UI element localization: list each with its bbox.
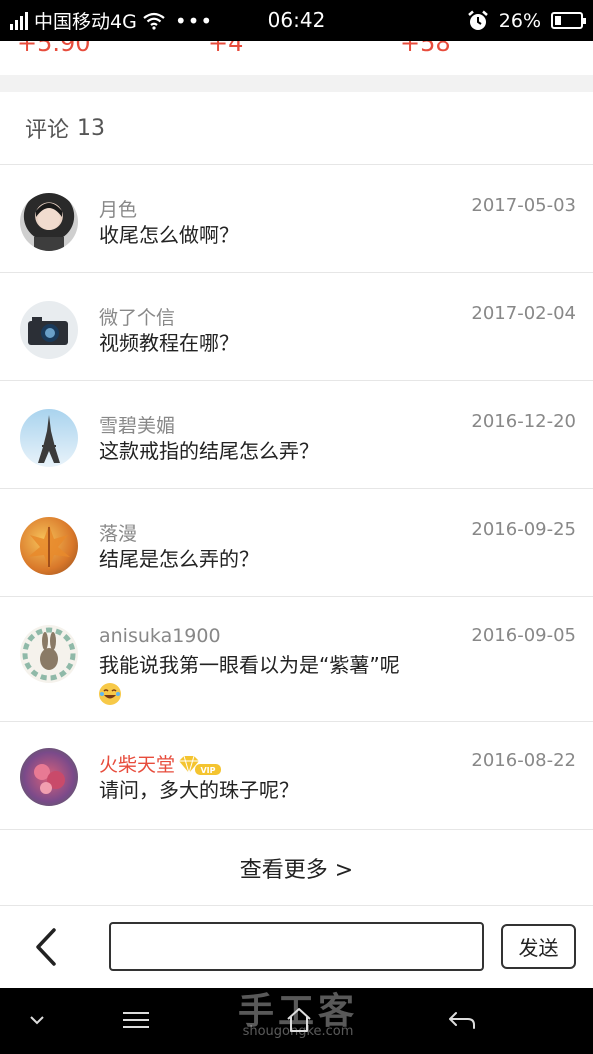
comment-text: 请问，多大的珠子呢？: [99, 778, 299, 802]
avatar[interactable]: [20, 409, 78, 467]
comment-username[interactable]: 月色: [99, 195, 137, 222]
battery-icon: [551, 12, 586, 29]
stats-row: +5.90 +4 +58: [0, 41, 593, 75]
avatar[interactable]: [20, 193, 78, 251]
comment-item[interactable]: 火柴天堂 VIP 2016-08-22 请问，多大的珠子呢？: [0, 722, 593, 830]
view-more-button[interactable]: 查看更多 >: [0, 830, 593, 906]
comment-date: 2016-09-05: [471, 625, 576, 646]
comment-username[interactable]: 火柴天堂: [99, 754, 175, 776]
comment-username[interactable]: anisuka1900: [99, 625, 221, 647]
comment-date: 2017-02-04: [471, 303, 576, 324]
vip-label: VIP: [201, 766, 216, 775]
comment-item[interactable]: 落漫 2016-09-25 结尾是怎么弄的？: [0, 489, 593, 597]
alarm-icon: [467, 10, 488, 30]
avatar[interactable]: [20, 748, 78, 806]
stat-value: +58: [400, 41, 451, 57]
comment-text: 收尾怎么做啊？: [99, 223, 239, 247]
comment-date: 2017-05-03: [471, 195, 576, 216]
comment-text: 我能说我第一眼看以为是“紫薯”呢: [99, 651, 423, 709]
comment-date: 2016-12-20: [471, 411, 576, 432]
stat-value: +4: [208, 41, 244, 57]
comment-item[interactable]: 月色 2017-05-03 收尾怎么做啊？: [0, 165, 593, 273]
comment-username[interactable]: 微了个信: [99, 303, 175, 330]
battery-percent: 26%: [498, 9, 541, 32]
stat-value: +5.90: [17, 41, 91, 57]
comment-date: 2016-08-22: [471, 750, 576, 771]
back-arrow-icon[interactable]: [444, 1002, 480, 1038]
section-divider: [0, 75, 593, 92]
avatar[interactable]: [20, 517, 78, 575]
comment-item[interactable]: 雪碧美媚 2016-12-20 这款戒指的结尾怎么弄？: [0, 381, 593, 489]
comment-username[interactable]: 落漫: [99, 519, 137, 546]
system-nav-bar: 手工客 shougongke.com: [0, 988, 593, 1054]
comment-text: 结尾是怎么弄的？: [99, 547, 259, 571]
comments-count: 13: [77, 115, 106, 141]
home-icon[interactable]: [281, 1002, 317, 1038]
vip-diamond-icon: VIP: [179, 755, 222, 775]
chevron-left-icon[interactable]: [28, 924, 68, 970]
chevron-down-icon[interactable]: [22, 1002, 52, 1038]
comment-input[interactable]: [109, 922, 484, 971]
comment-username[interactable]: 雪碧美媚: [99, 411, 175, 438]
send-button[interactable]: 发送: [501, 924, 576, 969]
menu-icon[interactable]: [118, 1002, 154, 1038]
status-bar: 中国移动4G ••• 06:42 26%: [0, 0, 593, 41]
comment-text: 视频教程在哪？: [99, 331, 239, 355]
comment-text: 这款戒指的结尾怎么弄？: [99, 439, 319, 463]
comment-item[interactable]: 微了个信 2017-02-04 视频教程在哪？: [0, 273, 593, 381]
comments-header: 评论 13: [0, 92, 593, 165]
comments-label: 评论: [25, 118, 70, 143]
avatar[interactable]: [20, 625, 78, 683]
comment-text-body: 我能说我第一眼看以为是“紫薯”呢: [99, 653, 400, 677]
comment-date: 2016-09-25: [471, 519, 576, 540]
laughing-tears-emoji-icon: [99, 683, 121, 705]
comment-item[interactable]: anisuka1900 2016-09-05 我能说我第一眼看以为是“紫薯”呢: [0, 597, 593, 722]
avatar[interactable]: [20, 301, 78, 359]
comment-username-vip[interactable]: 火柴天堂 VIP: [99, 750, 223, 777]
